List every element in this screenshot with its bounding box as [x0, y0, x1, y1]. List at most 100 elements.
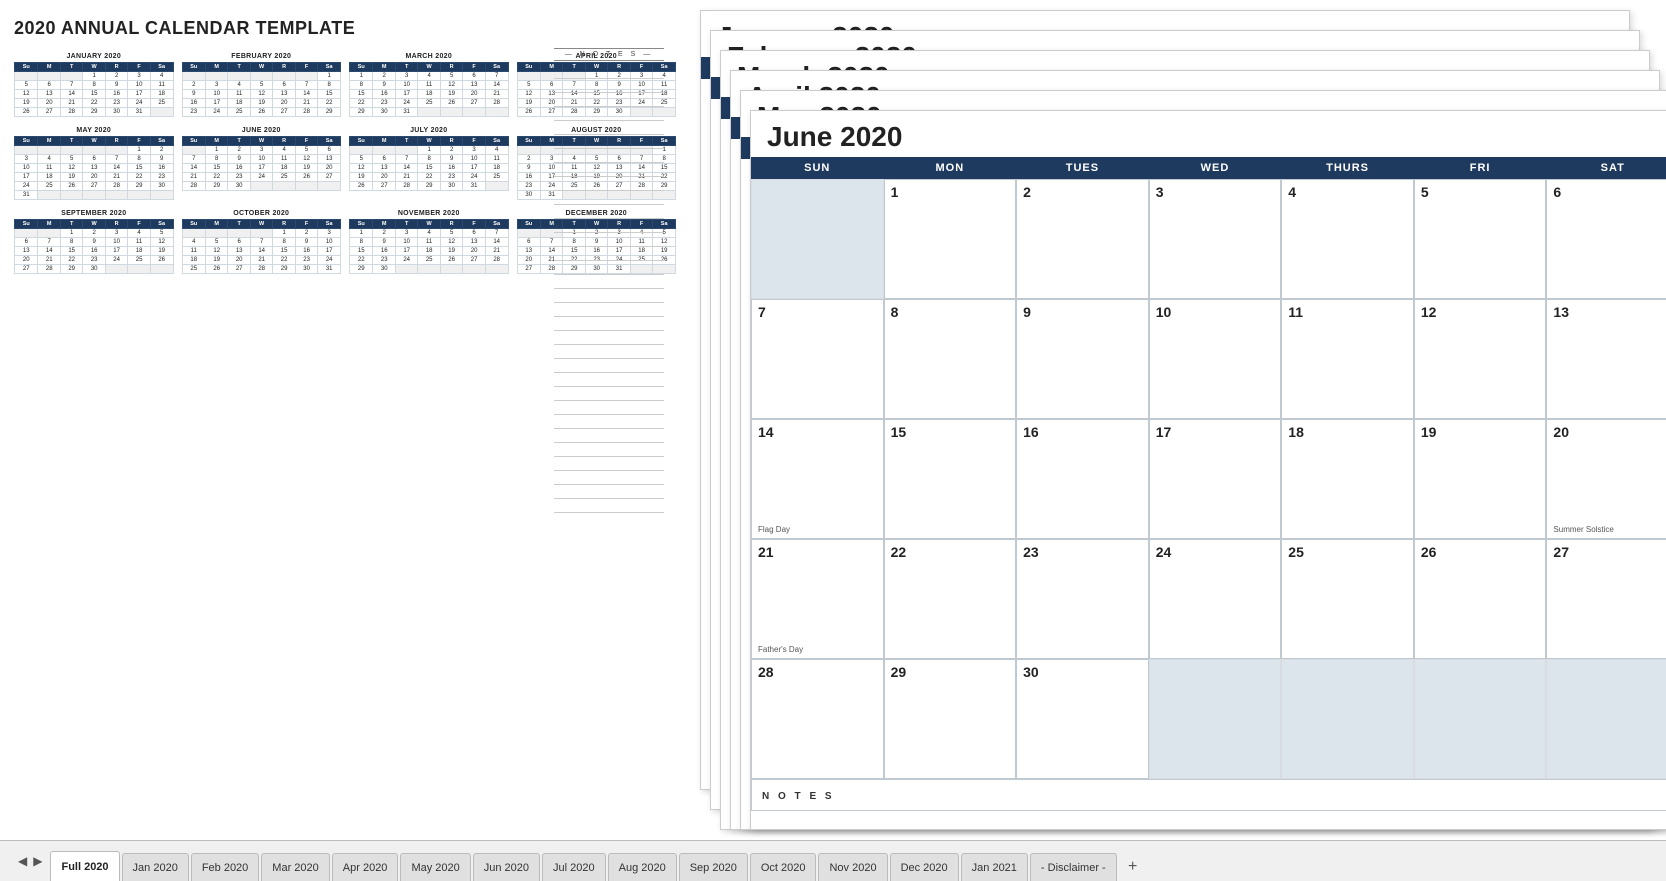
notes-line — [554, 331, 664, 345]
mini-cal-day: 28 — [395, 182, 417, 191]
mini-cal-day: 30 — [228, 182, 250, 191]
mini-cal-day — [128, 191, 150, 200]
mini-cal-header: W — [83, 137, 105, 146]
mini-cal-header: Su — [182, 137, 205, 146]
mini-cal-day: 24 — [318, 256, 341, 265]
mini-cal-header: R — [105, 63, 127, 72]
mini-cal-day: 30 — [373, 265, 395, 274]
mini-cal-day: 19 — [440, 247, 462, 256]
june-col-sun: SUN — [751, 157, 884, 179]
tab-mar-2020[interactable]: Mar 2020 — [261, 853, 329, 881]
mini-cal-day — [15, 72, 38, 81]
mini-cal-day: 8 — [273, 238, 295, 247]
mini-cal-day: 14 — [38, 247, 60, 256]
tab-nov-2020[interactable]: Nov 2020 — [818, 853, 887, 881]
mini-cal-day: 15 — [318, 90, 341, 99]
mini-cal-header: F — [463, 63, 485, 72]
mini-cal-day: 15 — [350, 90, 373, 99]
mini-cal-day: 12 — [440, 81, 462, 90]
mini-month-title-3: MARCH 2020 — [349, 53, 509, 60]
mini-cal-day — [418, 265, 440, 274]
mini-cal-day: 13 — [318, 155, 341, 164]
tab-full-2020[interactable]: Full 2020 — [50, 851, 119, 881]
tab-jul-2020[interactable]: Jul 2020 — [542, 853, 606, 881]
mini-cal-day: 9 — [182, 90, 205, 99]
june-cell-22: 22 — [884, 539, 1017, 659]
mini-cal-day: 11 — [273, 155, 295, 164]
mini-month-title-1: JANUARY 2020 — [14, 53, 174, 60]
tab-may-2020[interactable]: May 2020 — [400, 853, 470, 881]
nav-right[interactable]: ▶ — [31, 852, 44, 870]
mini-cal-day: 3 — [205, 81, 227, 90]
june-cell-6: 6 — [1546, 179, 1666, 299]
mini-cal-day: 9 — [105, 81, 127, 90]
tab-apr-2020[interactable]: Apr 2020 — [332, 853, 399, 881]
june-cell-8: 8 — [884, 299, 1017, 419]
mini-cal-day: 10 — [205, 90, 227, 99]
cards-stack: January 2020 SUN MON TUES WED THURS FRI … — [690, 0, 1666, 840]
mini-cal-day: 2 — [440, 146, 462, 155]
mini-cal-day: 4 — [38, 155, 60, 164]
mini-cal-day: 16 — [150, 164, 173, 173]
mini-cal-header: M — [205, 63, 227, 72]
mini-cal-header: T — [60, 137, 82, 146]
notes-line — [554, 317, 664, 331]
mini-cal-day — [318, 182, 341, 191]
mini-cal-day: 28 — [60, 108, 82, 117]
notes-line — [554, 93, 664, 107]
mini-cal-day: 10 — [463, 155, 485, 164]
tab-oct-2020[interactable]: Oct 2020 — [750, 853, 817, 881]
mini-cal-header: F — [295, 63, 317, 72]
june-col-mon: MON — [884, 157, 1017, 179]
mini-cal-day: 16 — [295, 247, 317, 256]
mini-cal-header: Su — [182, 63, 205, 72]
mini-cal-day: 29 — [350, 108, 373, 117]
tab-jan-2020[interactable]: Jan 2020 — [122, 853, 189, 881]
tab-disclaimer[interactable]: - Disclaimer - — [1030, 853, 1117, 881]
mini-cal-day: 5 — [517, 81, 540, 90]
mini-cal-day: 14 — [250, 247, 272, 256]
mini-cal-day: 28 — [105, 182, 127, 191]
mini-cal-day: 2 — [517, 155, 540, 164]
notes-line — [554, 233, 664, 247]
notes-lines — [554, 65, 664, 513]
june-cell-21: 21Father's Day — [751, 539, 884, 659]
tab-aug-2020[interactable]: Aug 2020 — [608, 853, 677, 881]
mini-cal-day: 15 — [128, 164, 150, 173]
tab-dec-2020[interactable]: Dec 2020 — [890, 853, 959, 881]
mini-cal-header: T — [395, 63, 417, 72]
mini-cal-day: 16 — [105, 90, 127, 99]
mini-cal-day: 17 — [128, 90, 150, 99]
mini-cal-day: 27 — [38, 108, 60, 117]
mini-cal-day: 6 — [83, 155, 105, 164]
tab-feb-2020[interactable]: Feb 2020 — [191, 853, 259, 881]
june-cell-15: 15 — [884, 419, 1017, 539]
mini-cal-day: 9 — [373, 81, 395, 90]
mini-cal-header: F — [463, 220, 485, 229]
notes-line — [554, 65, 664, 79]
mini-cal-day: 24 — [15, 182, 38, 191]
june-cell-empty-4b — [1281, 659, 1414, 779]
tab-sep-2020[interactable]: Sep 2020 — [679, 853, 748, 881]
june-cell-26: 26 — [1414, 539, 1547, 659]
june-title: June 2020 — [751, 111, 1666, 157]
mini-cal-day: 18 — [418, 90, 440, 99]
notes-line — [554, 107, 664, 121]
mini-month-10: OCTOBER 2020SuMTWRFSa1234567891011121314… — [182, 210, 342, 274]
mini-cal-day — [182, 146, 205, 155]
june-col-fri: FRI — [1414, 157, 1547, 179]
mini-cal-day: 7 — [38, 238, 60, 247]
tab-jun-2020[interactable]: Jun 2020 — [473, 853, 540, 881]
tab-jan-2021[interactable]: Jan 2021 — [961, 853, 1028, 881]
mini-cal-day: 24 — [205, 108, 227, 117]
mini-cal-day: 20 — [83, 173, 105, 182]
june-cell-empty-4a — [1149, 659, 1282, 779]
nav-left[interactable]: ◀ — [16, 852, 29, 870]
mini-cal-day: 1 — [128, 146, 150, 155]
notes-line — [554, 177, 664, 191]
notes-line — [554, 429, 664, 443]
add-tab-button[interactable]: + — [1119, 853, 1147, 881]
june-col-wed: WED — [1149, 157, 1282, 179]
mini-cal-day: 21 — [295, 99, 317, 108]
mini-cal-day — [105, 191, 127, 200]
